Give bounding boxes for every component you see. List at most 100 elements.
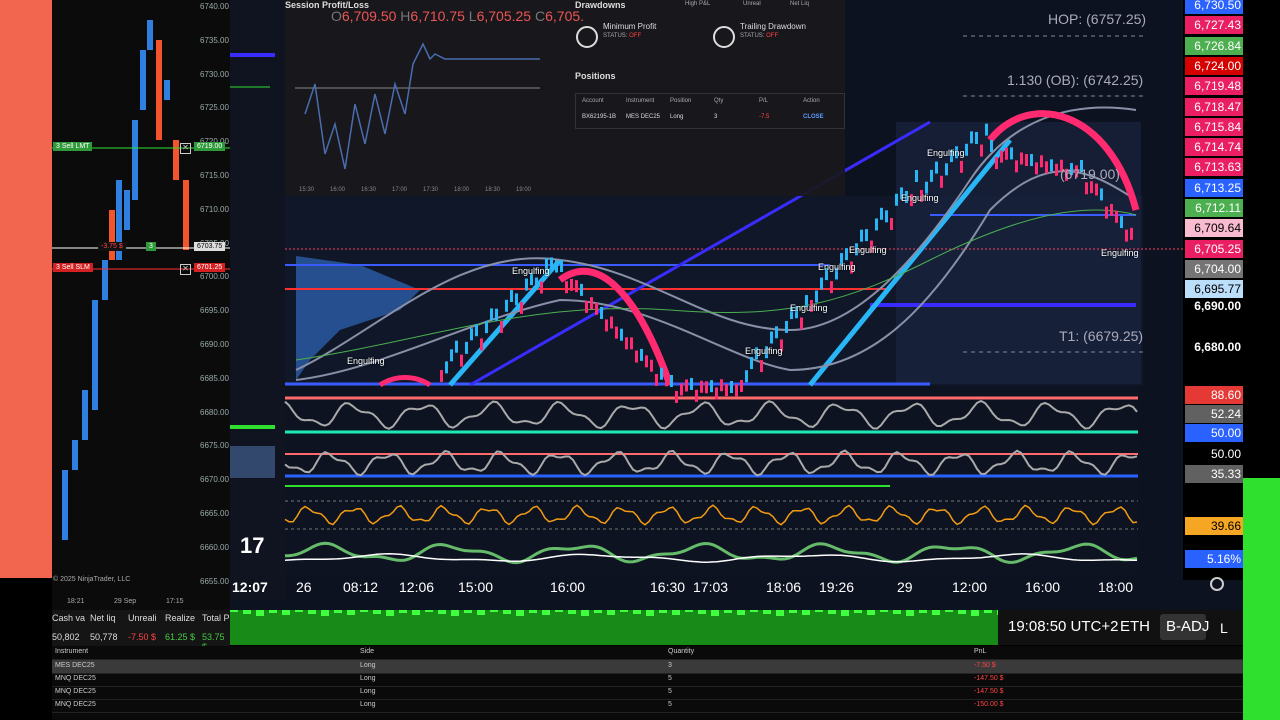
- volume-tick: [984, 610, 992, 613]
- candle: [685, 379, 688, 392]
- positions-title: Positions: [575, 71, 616, 81]
- candle: [495, 308, 498, 321]
- price-label: 6,705.25: [1185, 239, 1243, 258]
- price-label: 6,695.77: [1185, 280, 1243, 299]
- time-axis[interactable]: 12:07 26 08:12 12:06 15:00 16:00 16:30 17:03 18:…: [230, 575, 1185, 599]
- indicator-label: 5.16%: [1185, 550, 1243, 568]
- nt-candle: [164, 80, 170, 100]
- price-label: 6,730.50: [1185, 0, 1243, 14]
- candle: [720, 379, 723, 392]
- session-pl-chart: [295, 42, 540, 170]
- pattern-label: Engulfing: [512, 266, 550, 276]
- cell-instrument: MNQ DEC25: [55, 688, 96, 695]
- volume-tick: [555, 610, 563, 612]
- indicator-label: 39.66: [1185, 517, 1243, 535]
- time-label: 08:12: [343, 579, 379, 595]
- candle: [585, 300, 588, 313]
- indicator-label: 52.24: [1185, 405, 1243, 423]
- price-label: 6,704.00: [1185, 259, 1243, 278]
- candle: [965, 143, 968, 156]
- candle: [985, 123, 988, 136]
- close-position-button[interactable]: CLOSE: [803, 114, 824, 120]
- indicator-label: 88.60: [1185, 386, 1243, 404]
- price-tick: 6,680.00: [1194, 340, 1241, 354]
- acct-value: 50,778: [90, 632, 118, 642]
- nt-candle: [124, 190, 130, 230]
- close-order-icon[interactable]: ✕: [180, 143, 191, 154]
- candle: [1005, 147, 1008, 160]
- volume-tick: [295, 610, 303, 612]
- volume-tick: [347, 610, 355, 615]
- volume-tick: [971, 610, 979, 616]
- volume-tick: [906, 610, 914, 616]
- volume-tick: [490, 610, 498, 612]
- volume-tick: [672, 610, 680, 615]
- table-row[interactable]: MES DEC25 Long 3 -7.50 $: [52, 660, 1243, 674]
- candle: [600, 306, 603, 319]
- col-quantity: Quantity: [668, 648, 695, 655]
- close-order-icon[interactable]: ✕: [180, 264, 191, 275]
- volume-tick: [581, 610, 589, 616]
- volume-tick: [867, 610, 875, 615]
- candle: [570, 278, 573, 291]
- candle: [815, 290, 818, 303]
- th: Position: [670, 98, 692, 104]
- volume-tick: [282, 610, 290, 615]
- volume-tick: [776, 610, 784, 616]
- candle: [615, 326, 618, 339]
- cell-pnl: -150.00 $: [974, 701, 1004, 708]
- candle: [455, 340, 458, 353]
- price-label: 6,726.84: [1185, 36, 1243, 55]
- candle: [915, 169, 918, 182]
- topbar-label: Net Liq: [790, 1, 810, 7]
- clock[interactable]: 19:08:50 UTC+2: [1008, 618, 1119, 635]
- pattern-label: Engulfing: [927, 148, 965, 158]
- candle: [690, 377, 693, 390]
- time-label: 16:00: [1025, 579, 1061, 595]
- volume-tick: [958, 610, 966, 614]
- nt-candle: [92, 300, 98, 410]
- table-header: Instrument Side Quantity PnL: [52, 646, 1243, 660]
- account-overlay-panel[interactable]: Session Profit/Loss O6,709.50 H6,710.75 …: [285, 0, 845, 196]
- cell-pnl: -147.50 $: [974, 688, 1004, 695]
- ninjatrader-chart[interactable]: 6740.006735.006730.006725.006720.006715.…: [52, 0, 230, 610]
- candle: [1130, 227, 1133, 240]
- volume-tick: [386, 610, 394, 616]
- candle: [480, 338, 483, 351]
- table-row[interactable]: MNQ DEC25 Long 5 -147.50 $: [52, 686, 1243, 700]
- candle: [980, 144, 983, 157]
- candle: [730, 380, 733, 393]
- cell-instrument: MES DEC25: [55, 662, 95, 669]
- time-label: 18:06: [766, 579, 802, 595]
- acct-header: Total P: [202, 613, 230, 623]
- sell-limit-tag[interactable]: 3 Sell LMT: [53, 142, 93, 151]
- th: Action: [803, 98, 820, 104]
- table-row[interactable]: MNQ DEC25 Long 5 -147.50 $: [52, 673, 1243, 687]
- time-label: 18:00: [1098, 579, 1134, 595]
- candle: [660, 367, 663, 380]
- th: P/L: [759, 98, 769, 104]
- time-label: 12:00: [952, 579, 988, 595]
- table-row[interactable]: MNQ DEC25 Long 5 -150.00 $: [52, 699, 1243, 713]
- candle: [930, 169, 933, 182]
- settings-gear-icon[interactable]: [1210, 577, 1224, 591]
- session-toggle[interactable]: ETH: [1120, 618, 1150, 635]
- candle: [555, 260, 558, 273]
- candle: [695, 389, 698, 402]
- log-toggle[interactable]: L: [1220, 620, 1228, 636]
- session-x-label: 18:00: [454, 187, 470, 193]
- td-instrument: MES DEC25: [626, 114, 661, 120]
- sell-stop-tag[interactable]: 3 Sell SLM: [53, 263, 93, 272]
- price-label: 6,713.25: [1185, 178, 1243, 197]
- session-x-label: 15:30: [299, 187, 315, 193]
- candle: [550, 257, 553, 270]
- indicator-label: 50.00: [1185, 445, 1243, 463]
- col-instrument: Instrument: [55, 648, 89, 655]
- candle: [960, 160, 963, 173]
- candle: [560, 260, 563, 272]
- candle: [995, 157, 998, 170]
- th: Instrument: [626, 98, 655, 104]
- volume-tick: [321, 610, 329, 616]
- volume-tick: [594, 610, 602, 613]
- candle: [465, 341, 468, 354]
